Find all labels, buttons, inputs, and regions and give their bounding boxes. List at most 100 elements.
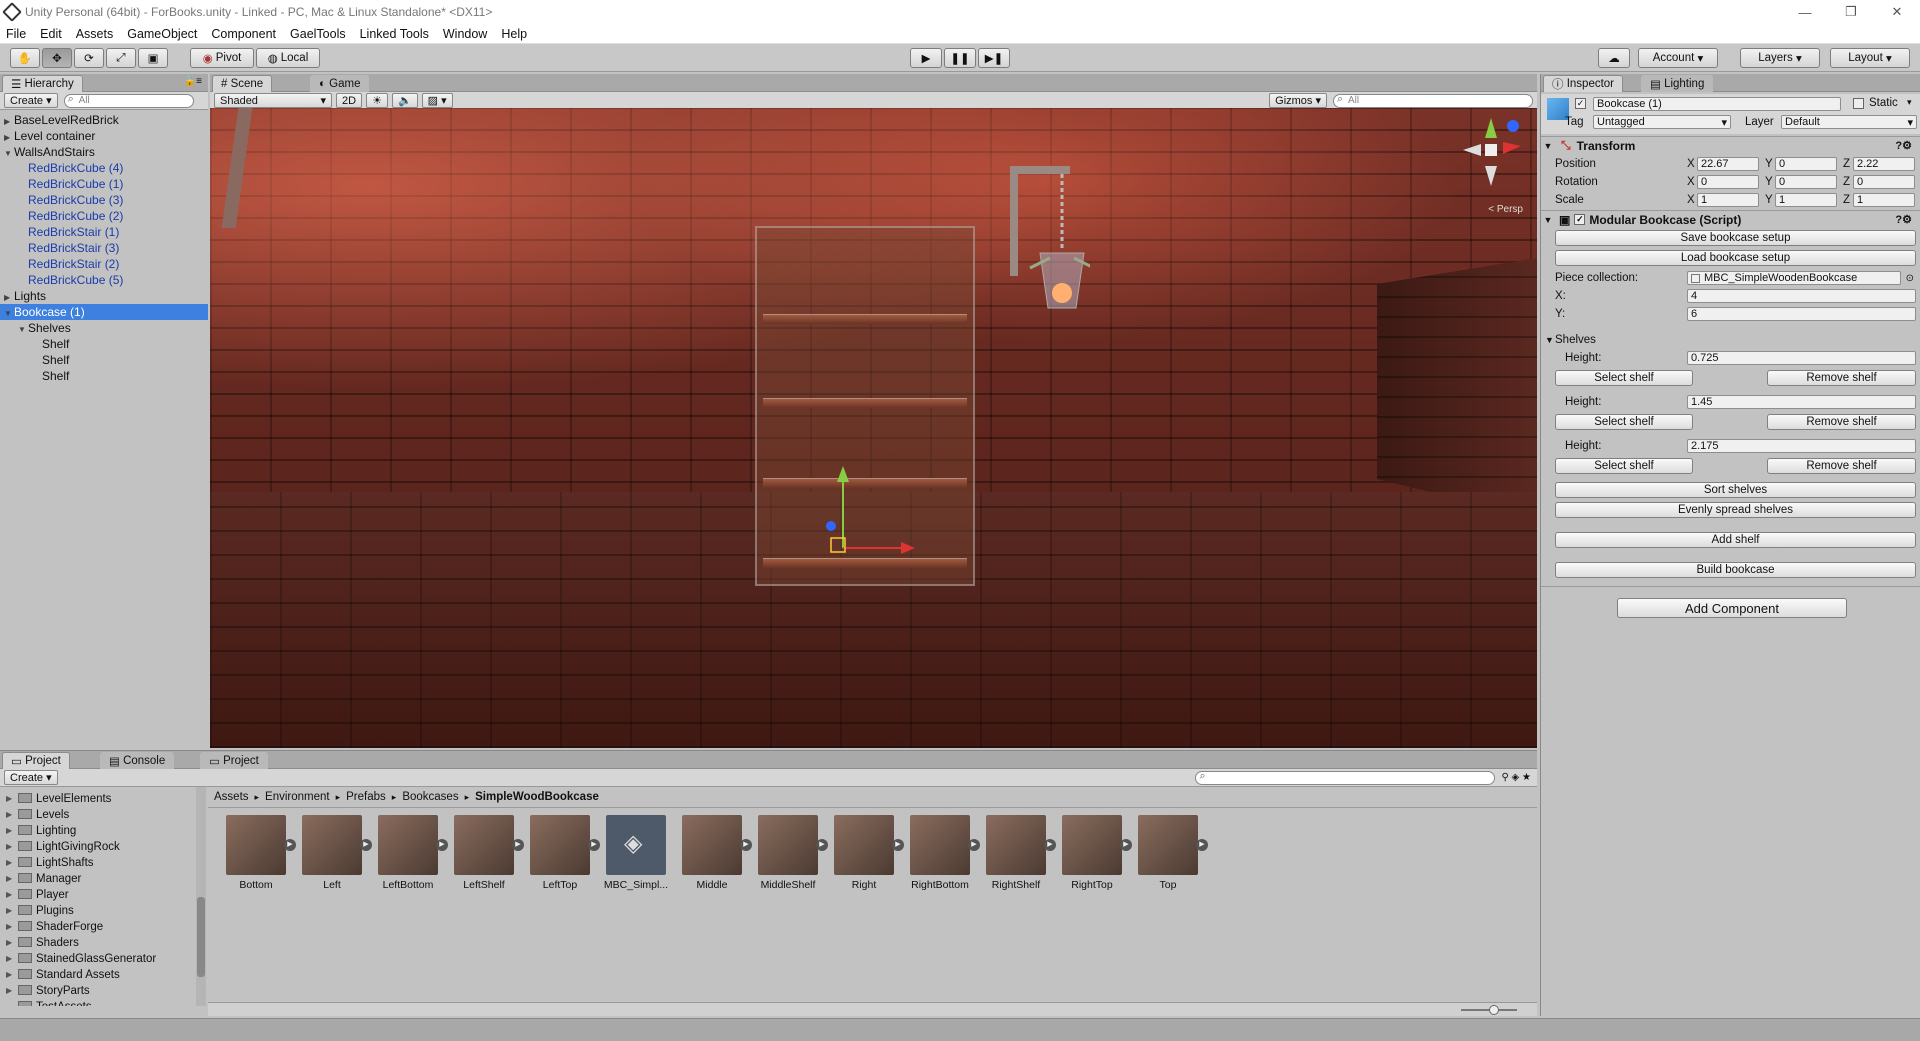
rotate-tool-button[interactable]: ⟳	[74, 48, 104, 68]
bookcase-object[interactable]	[755, 226, 975, 586]
component-settings-icon[interactable]: ?⚙	[1895, 213, 1912, 226]
local-toggle[interactable]: ◍ Local	[256, 48, 320, 68]
pivot-toggle[interactable]: ◉ Pivot	[190, 48, 254, 68]
foldout-icon[interactable]: ▶	[6, 967, 12, 983]
tab-console[interactable]: ▤ Console	[100, 752, 175, 769]
expand-prefab-icon[interactable]: ▶	[1044, 839, 1056, 851]
expand-prefab-icon[interactable]: ▶	[816, 839, 828, 851]
cloud-button[interactable]: ☁	[1598, 48, 1630, 68]
shelf-height-field[interactable]: 2.175	[1687, 439, 1916, 453]
tag-dropdown[interactable]: Untagged ▾	[1593, 115, 1731, 129]
foldout-icon[interactable]: ▶	[6, 807, 12, 823]
hierarchy-item[interactable]: RedBrickStair (1)	[0, 224, 208, 240]
filter-icons[interactable]: ⚲ ◈ ★	[1501, 772, 1531, 783]
asset-item[interactable]: ▶ Left	[296, 815, 372, 891]
add-component-button[interactable]: Add Component	[1617, 598, 1847, 618]
scene-orientation-gizmo-icon[interactable]	[1461, 112, 1529, 192]
transform-y-field[interactable]: 1	[1775, 193, 1837, 207]
shelf-height-field[interactable]: 1.45	[1687, 395, 1916, 409]
move-gizmo-icon[interactable]	[817, 458, 917, 568]
expand-prefab-icon[interactable]: ▶	[740, 839, 752, 851]
hierarchy-item[interactable]: RedBrickCube (3)	[0, 192, 208, 208]
remove-shelf-button[interactable]: Remove shelf	[1767, 458, 1916, 474]
hierarchy-item[interactable]: Shelf	[0, 336, 208, 352]
hierarchy-create-button[interactable]: Create ▾	[4, 93, 58, 108]
transform-header[interactable]: ▼ ⤡ Transform ?⚙	[1541, 136, 1920, 154]
object-name-field[interactable]: Bookcase (1)	[1593, 97, 1841, 111]
foldout-icon[interactable]: ▶	[6, 791, 12, 807]
hierarchy-item[interactable]: Shelf	[0, 368, 208, 384]
projection-label[interactable]: < Persp	[1488, 204, 1523, 215]
minimize-button[interactable]: —	[1782, 0, 1828, 24]
mode-2d-toggle[interactable]: 2D	[336, 93, 363, 108]
menu-edit[interactable]: Edit	[40, 27, 62, 41]
save-bookcase-button[interactable]: Save bookcase setup	[1555, 230, 1916, 246]
remove-shelf-button[interactable]: Remove shelf	[1767, 414, 1916, 430]
asset-item[interactable]: ▶ LeftBottom	[372, 815, 448, 891]
foldout-icon[interactable]: ▶	[6, 839, 12, 855]
hierarchy-item[interactable]: RedBrickCube (5)	[0, 272, 208, 288]
hierarchy-item[interactable]: Shelf	[0, 352, 208, 368]
expand-prefab-icon[interactable]: ▶	[1196, 839, 1208, 851]
hand-tool-button[interactable]: ✋	[10, 48, 40, 68]
project-folder[interactable]: ▶ Shaders	[0, 935, 196, 951]
menu-window[interactable]: Window	[443, 27, 487, 41]
expand-prefab-icon[interactable]: ▶	[588, 839, 600, 851]
asset-item[interactable]: ▶ RightBottom	[904, 815, 980, 891]
script-header[interactable]: ▼ ▣ ✓ Modular Bookcase (Script) ?⚙	[1541, 210, 1920, 228]
layout-dropdown[interactable]: Layout ▾	[1830, 48, 1910, 68]
close-button[interactable]: ✕	[1874, 0, 1920, 24]
expand-prefab-icon[interactable]: ▶	[1120, 839, 1132, 851]
foldout-icon[interactable]: ▶	[6, 935, 12, 951]
script-enabled-checkbox[interactable]: ✓	[1574, 214, 1586, 225]
lighting-toggle[interactable]: ☀	[366, 93, 388, 108]
transform-z-field[interactable]: 0	[1853, 175, 1915, 189]
transform-y-field[interactable]: 0	[1775, 175, 1837, 189]
play-button[interactable]: ▶	[910, 48, 942, 68]
expand-prefab-icon[interactable]: ▶	[284, 839, 296, 851]
restore-button[interactable]: ❐	[1828, 0, 1874, 24]
layers-dropdown[interactable]: Layers ▾	[1740, 48, 1820, 68]
shading-mode-dropdown[interactable]: Shaded ▾	[214, 93, 332, 108]
select-shelf-button[interactable]: Select shelf	[1555, 414, 1693, 430]
menu-gaeltools[interactable]: GaelTools	[290, 27, 346, 41]
hierarchy-item[interactable]: RedBrickStair (3)	[0, 240, 208, 256]
y-field[interactable]: 6	[1687, 307, 1916, 321]
audio-toggle[interactable]: 🔈	[391, 93, 418, 108]
project-folder[interactable]: ▶ LevelElements	[0, 791, 196, 807]
project-folder[interactable]: ▶ Plugins	[0, 903, 196, 919]
asset-item[interactable]: ▶ RightShelf	[980, 815, 1056, 891]
project-folder[interactable]: ▶ ShaderForge	[0, 919, 196, 935]
transform-x-field[interactable]: 22.67	[1697, 157, 1759, 171]
rect-tool-button[interactable]: ▣	[138, 48, 168, 68]
hierarchy-search-input[interactable]: All	[63, 93, 194, 108]
asset-item[interactable]: ▶ LeftShelf	[448, 815, 524, 891]
account-dropdown[interactable]: Account ▾	[1638, 48, 1718, 68]
hierarchy-item[interactable]: ▼ WallsAndStairs	[0, 144, 208, 160]
folder-scrollbar[interactable]	[196, 787, 206, 1006]
component-settings-icon[interactable]: ?⚙	[1895, 139, 1912, 152]
expand-prefab-icon[interactable]: ▶	[436, 839, 448, 851]
menu-gameobject[interactable]: GameObject	[127, 27, 197, 41]
x-field[interactable]: 4	[1687, 289, 1916, 303]
transform-z-field[interactable]: 2.22	[1853, 157, 1915, 171]
hierarchy-item[interactable]: RedBrickStair (2)	[0, 256, 208, 272]
tab-lighting[interactable]: ▤ Lighting	[1641, 75, 1714, 92]
asset-item[interactable]: ◈ MBC_Simpl...	[600, 815, 672, 891]
asset-item[interactable]: ▶ LeftTop	[524, 815, 600, 891]
breadcrumb-item[interactable]: SimpleWoodBookcase	[475, 791, 599, 803]
tab-game[interactable]: ◐ Game	[310, 75, 370, 92]
effects-dropdown[interactable]: ▨ ▾	[421, 93, 453, 108]
sort-shelves-button[interactable]: Sort shelves	[1555, 482, 1916, 498]
gizmos-dropdown[interactable]: Gizmos ▾	[1269, 93, 1327, 108]
transform-x-field[interactable]: 1	[1697, 193, 1759, 207]
hierarchy-item[interactable]: RedBrickCube (1)	[0, 176, 208, 192]
scene-search-input[interactable]: All	[1333, 93, 1533, 108]
foldout-icon[interactable]: ▶	[6, 855, 12, 871]
active-checkbox[interactable]: ✓	[1575, 98, 1586, 109]
hierarchy-item[interactable]: ▶ Lights	[0, 288, 208, 304]
breadcrumb-item[interactable]: Prefabs	[346, 791, 386, 803]
object-picker-icon[interactable]: ⊙	[1906, 273, 1914, 284]
project-folder[interactable]: ▶ Player	[0, 887, 196, 903]
select-shelf-button[interactable]: Select shelf	[1555, 458, 1693, 474]
